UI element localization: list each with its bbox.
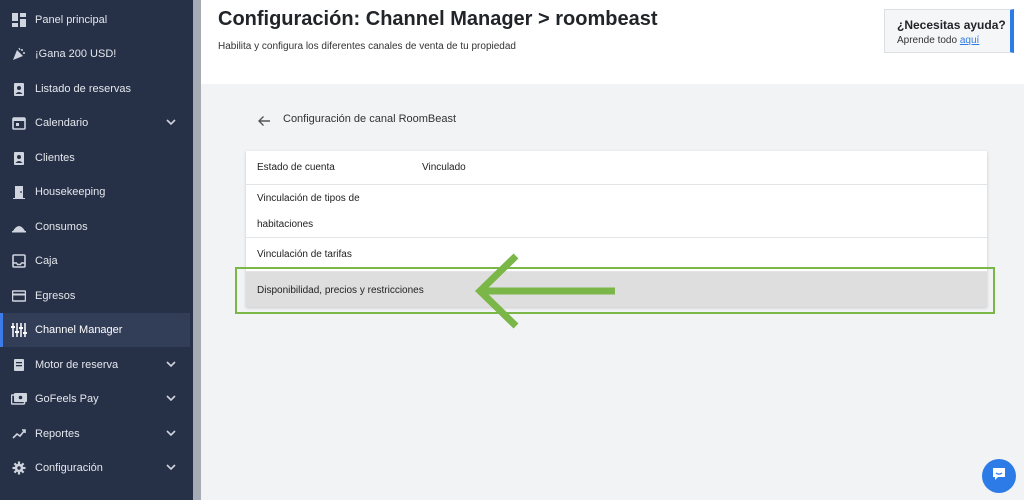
page-title: Configuración: Channel Manager > roombea…	[218, 8, 658, 30]
back-arrow-icon[interactable]	[257, 114, 271, 133]
help-text: Aprende todo aquí	[897, 35, 979, 46]
sidebar-item-panel-principal[interactable]: Panel principal	[0, 3, 190, 37]
page-header: Configuración: Channel Manager > roombea…	[201, 0, 1024, 84]
sidebar-item-label: Clientes	[35, 152, 75, 164]
sidebar-item-calendario[interactable]: Calendario	[0, 106, 190, 140]
sidebar-item-label: Channel Manager	[35, 324, 123, 336]
sidebar-item-reportes[interactable]: Reportes	[0, 417, 190, 451]
sidebar-item-label: Listado de reservas	[35, 83, 131, 95]
door-icon	[11, 184, 27, 200]
gear-icon	[11, 460, 27, 476]
section-title: Configuración de canal RoomBeast	[283, 113, 457, 125]
chevron-down-icon	[166, 359, 176, 372]
sidebar-item-channel-manager[interactable]: Channel Manager	[0, 313, 190, 347]
chevron-down-icon	[166, 462, 176, 475]
sidebar-item-label: Caja	[35, 255, 58, 267]
payment-icon	[11, 391, 27, 407]
chat-icon	[991, 466, 1007, 487]
chevron-down-icon	[166, 393, 176, 406]
sidebar-item-consumos[interactable]: Consumos	[0, 210, 190, 244]
sidebar-item-label: Housekeeping	[35, 186, 106, 198]
equalizer-icon	[11, 322, 27, 338]
sidebar-item-label: Configuración	[35, 462, 103, 474]
room-service-icon	[11, 219, 27, 235]
chevron-down-icon	[166, 428, 176, 441]
arrow-left-icon	[470, 250, 620, 337]
sidebar-item-clientes[interactable]: Clientes	[0, 141, 190, 175]
row-estado-cuenta[interactable]: Estado de cuenta Vinculado	[246, 151, 987, 185]
calendar-icon	[11, 115, 27, 131]
help-title: ¿Necesitas ayuda?	[897, 18, 1006, 32]
party-popper-icon	[11, 46, 27, 62]
row-vinculacion-habitaciones[interactable]: Vinculación de tipos de habitaciones	[246, 185, 987, 238]
sidebar-scrollbar[interactable]	[193, 0, 201, 500]
credit-card-icon	[11, 288, 27, 304]
sidebar-item-label: Reportes	[35, 428, 80, 440]
clipboard-user-icon	[11, 150, 27, 166]
chat-button[interactable]	[982, 459, 1016, 493]
sidebar-item-egresos[interactable]: Egresos	[0, 279, 190, 313]
sidebar-item-listado-reservas[interactable]: Listado de reservas	[0, 72, 190, 106]
inbox-icon	[11, 253, 27, 269]
sidebar-item-configuracion[interactable]: Configuración	[0, 451, 190, 485]
help-text-label: Aprende todo	[897, 35, 958, 46]
dashboard-icon	[11, 12, 27, 28]
sidebar-item-label: Egresos	[35, 290, 76, 302]
sidebar-item-label: ¡Gana 200 USD!	[35, 48, 117, 60]
clipboard-user-icon	[11, 81, 27, 97]
row-value: Vinculado	[422, 162, 466, 173]
sidebar-item-housekeeping[interactable]: Housekeeping	[0, 175, 190, 209]
trending-up-icon	[11, 426, 27, 442]
sidebar-item-caja[interactable]: Caja	[0, 244, 190, 278]
sidebar: Panel principal ¡Gana 200 USD! Listado d…	[0, 0, 193, 500]
sidebar-item-gofeels-pay[interactable]: GoFeels Pay	[0, 382, 190, 416]
sidebar-item-label: GoFeels Pay	[35, 393, 99, 405]
help-link[interactable]: aquí	[960, 35, 979, 46]
page-subtitle: Habilita y configura los diferentes cana…	[218, 41, 516, 52]
help-box: ¿Necesitas ayuda? Aprende todo aquí	[884, 9, 1014, 53]
sidebar-item-motor-reserva[interactable]: Motor de reserva	[0, 348, 190, 382]
row-label: Vinculación de tarifas	[257, 249, 352, 260]
sidebar-item-label: Calendario	[35, 117, 89, 129]
row-label: Estado de cuenta	[257, 162, 335, 173]
row-label-line2: habitaciones	[257, 219, 314, 230]
sidebar-item-label: Motor de reserva	[35, 359, 119, 371]
sidebar-item-gana[interactable]: ¡Gana 200 USD!	[0, 37, 190, 71]
book-icon	[11, 357, 27, 373]
sidebar-item-label: Consumos	[35, 221, 88, 233]
chevron-down-icon	[166, 117, 176, 130]
sidebar-item-label: Panel principal	[35, 14, 108, 26]
row-label-line1: Vinculación de tipos de	[257, 193, 360, 204]
